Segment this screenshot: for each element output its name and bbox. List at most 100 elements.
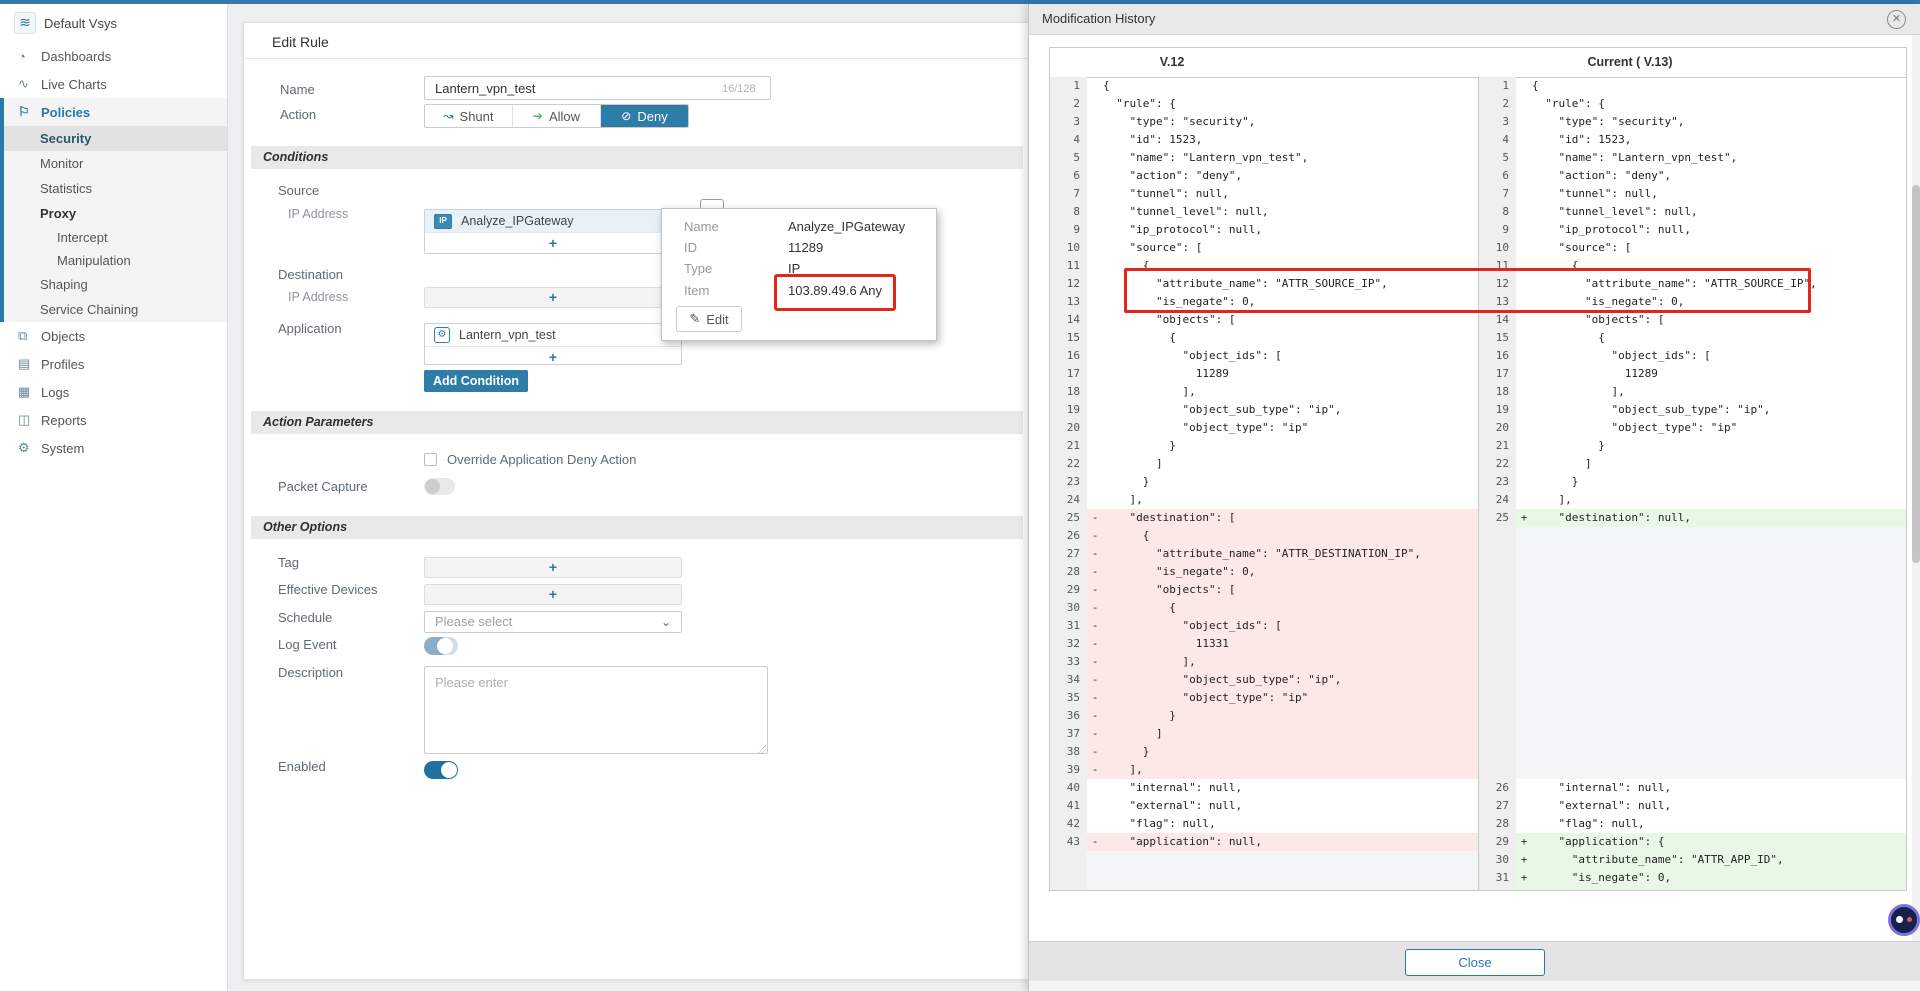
sidebar-item-label: Objects — [41, 329, 85, 344]
override-deny-checkbox[interactable] — [424, 453, 437, 466]
line-number: 38 — [1050, 743, 1087, 761]
code-text — [1532, 617, 1906, 635]
line-number: 15 — [1050, 329, 1087, 347]
action-deny-button[interactable]: ⊘ Deny — [601, 105, 688, 127]
code-text: "internal": null, — [1532, 779, 1906, 797]
sidebar-item-policies[interactable]: ⚐Policies — [0, 98, 227, 126]
sidebar-item-label: Manipulation — [57, 253, 131, 268]
diff-row: 17 11289 — [1050, 365, 1478, 383]
sidebar-item-intercept[interactable]: Intercept — [0, 226, 227, 249]
diff-row: 41 "external": null, — [1050, 797, 1478, 815]
line-number — [1479, 689, 1516, 707]
change-marker: - — [1087, 761, 1103, 779]
line-number: 4 — [1050, 131, 1087, 149]
panel-scrollbar-thumb[interactable] — [1912, 185, 1920, 563]
change-marker — [1087, 275, 1103, 293]
sidebar-item-statistics[interactable]: Statistics — [0, 176, 227, 201]
code-text — [1532, 761, 1906, 779]
sidebar-item-reports[interactable]: ◫Reports — [0, 406, 227, 434]
ip-object-icon: IP — [434, 214, 452, 229]
sidebar-item-system[interactable]: ⚙System — [0, 434, 227, 462]
change-marker — [1516, 185, 1532, 203]
line-number: 19 — [1479, 401, 1516, 419]
application-item[interactable]: ⚙ Lantern_vpn_test — [425, 324, 681, 347]
source-ip-item[interactable]: IP Analyze_IPGateway — [425, 210, 681, 233]
sidebar-item-profiles[interactable]: ▤Profiles — [0, 350, 227, 378]
change-marker — [1516, 77, 1532, 95]
diff-row: 1{ — [1050, 77, 1478, 95]
sidebar-item-service-chaining[interactable]: Service Chaining — [0, 297, 227, 322]
sidebar-item-default-vsys[interactable]: ≋Default Vsys — [0, 4, 227, 42]
description-textarea[interactable] — [424, 666, 768, 754]
line-number: 15 — [1479, 329, 1516, 347]
tooltip-edit-button[interactable]: ✎ Edit — [676, 306, 742, 332]
sidebar-item-label: Policies — [41, 105, 90, 120]
schedule-select[interactable]: Please select ⌄ — [424, 611, 682, 633]
close-button[interactable]: Close — [1405, 949, 1545, 976]
code-text: } — [1103, 743, 1478, 761]
change-marker — [1087, 347, 1103, 365]
enabled-toggle[interactable] — [424, 761, 458, 779]
diff-row: 30+ "attribute_name": "ATTR_APP_ID", — [1479, 851, 1906, 869]
source-ip-address-label: IP Address — [288, 207, 348, 221]
change-marker: - — [1087, 599, 1103, 617]
diff-left-version-header: V.12 — [1092, 55, 1252, 69]
code-text — [1532, 743, 1906, 761]
code-text: ], — [1103, 761, 1478, 779]
code-text: "type": "security", — [1103, 113, 1478, 131]
name-input[interactable] — [424, 76, 771, 100]
action-shunt-button[interactable]: ↝ Shunt — [425, 105, 513, 127]
change-marker — [1516, 671, 1532, 689]
sidebar-item-objects[interactable]: ⧉Objects — [0, 322, 227, 350]
sidebar-item-live-charts[interactable]: ∿Live Charts — [0, 70, 227, 98]
change-marker: - — [1087, 707, 1103, 725]
destination-add-ip-button[interactable]: + — [424, 287, 682, 308]
diff-row: 2 "rule": { — [1479, 95, 1906, 113]
line-number: 5 — [1050, 149, 1087, 167]
sidebar-item-dashboards[interactable]: ◔Dashboards — [0, 42, 227, 70]
textarea-resize-handle[interactable] — [757, 745, 766, 754]
change-marker — [1087, 401, 1103, 419]
source-add-ip-button[interactable]: + — [425, 233, 681, 254]
code-text: "name": "Lantern_vpn_test", — [1103, 149, 1478, 167]
code-text — [1532, 653, 1906, 671]
add-condition-button[interactable]: Add Condition — [424, 370, 528, 392]
application-label: Application — [278, 321, 342, 336]
layers-icon: ≋ — [14, 12, 36, 34]
sidebar-item-monitor[interactable]: Monitor — [0, 151, 227, 176]
change-marker — [1516, 779, 1532, 797]
diff-row: 8 "tunnel_level": null, — [1479, 203, 1906, 221]
effective-devices-add-button[interactable]: + — [424, 584, 682, 605]
line-number: 22 — [1479, 455, 1516, 473]
floating-assistant-button[interactable] — [1888, 904, 1920, 936]
sidebar-item-shaping[interactable]: Shaping — [0, 272, 227, 297]
dashboard-icon: ◔ — [18, 49, 41, 64]
line-number: 41 — [1050, 797, 1087, 815]
change-marker — [1087, 221, 1103, 239]
line-number: 2 — [1479, 95, 1516, 113]
code-text: "object_sub_type": "ip", — [1532, 401, 1906, 419]
tag-add-button[interactable]: + — [424, 557, 682, 578]
change-marker — [1516, 131, 1532, 149]
log-event-label: Log Event — [278, 637, 337, 652]
sidebar-item-label: Profiles — [41, 357, 84, 372]
log-event-toggle[interactable] — [424, 637, 458, 655]
sidebar-item-manipulation[interactable]: Manipulation — [0, 249, 227, 272]
sidebar-item-proxy[interactable]: Proxy — [0, 201, 227, 226]
diff-row: 38- } — [1050, 743, 1478, 761]
code-text: } — [1103, 473, 1478, 491]
diff-row: 27- "attribute_name": "ATTR_DESTINATION_… — [1050, 545, 1478, 563]
code-text — [1532, 563, 1906, 581]
code-text: "objects": [ — [1532, 887, 1906, 890]
change-marker — [1516, 347, 1532, 365]
diff-row: 6 "action": "deny", — [1479, 167, 1906, 185]
change-marker — [1087, 203, 1103, 221]
change-marker — [1087, 887, 1103, 890]
application-add-button[interactable]: + — [425, 347, 681, 367]
sidebar-item-security[interactable]: Security — [0, 126, 227, 151]
close-icon[interactable]: ✕ — [1887, 10, 1906, 29]
packet-capture-toggle[interactable] — [424, 478, 455, 495]
action-allow-button[interactable]: ➔ Allow — [513, 105, 601, 127]
sidebar-item-logs[interactable]: ▦Logs — [0, 378, 227, 406]
change-marker — [1516, 419, 1532, 437]
